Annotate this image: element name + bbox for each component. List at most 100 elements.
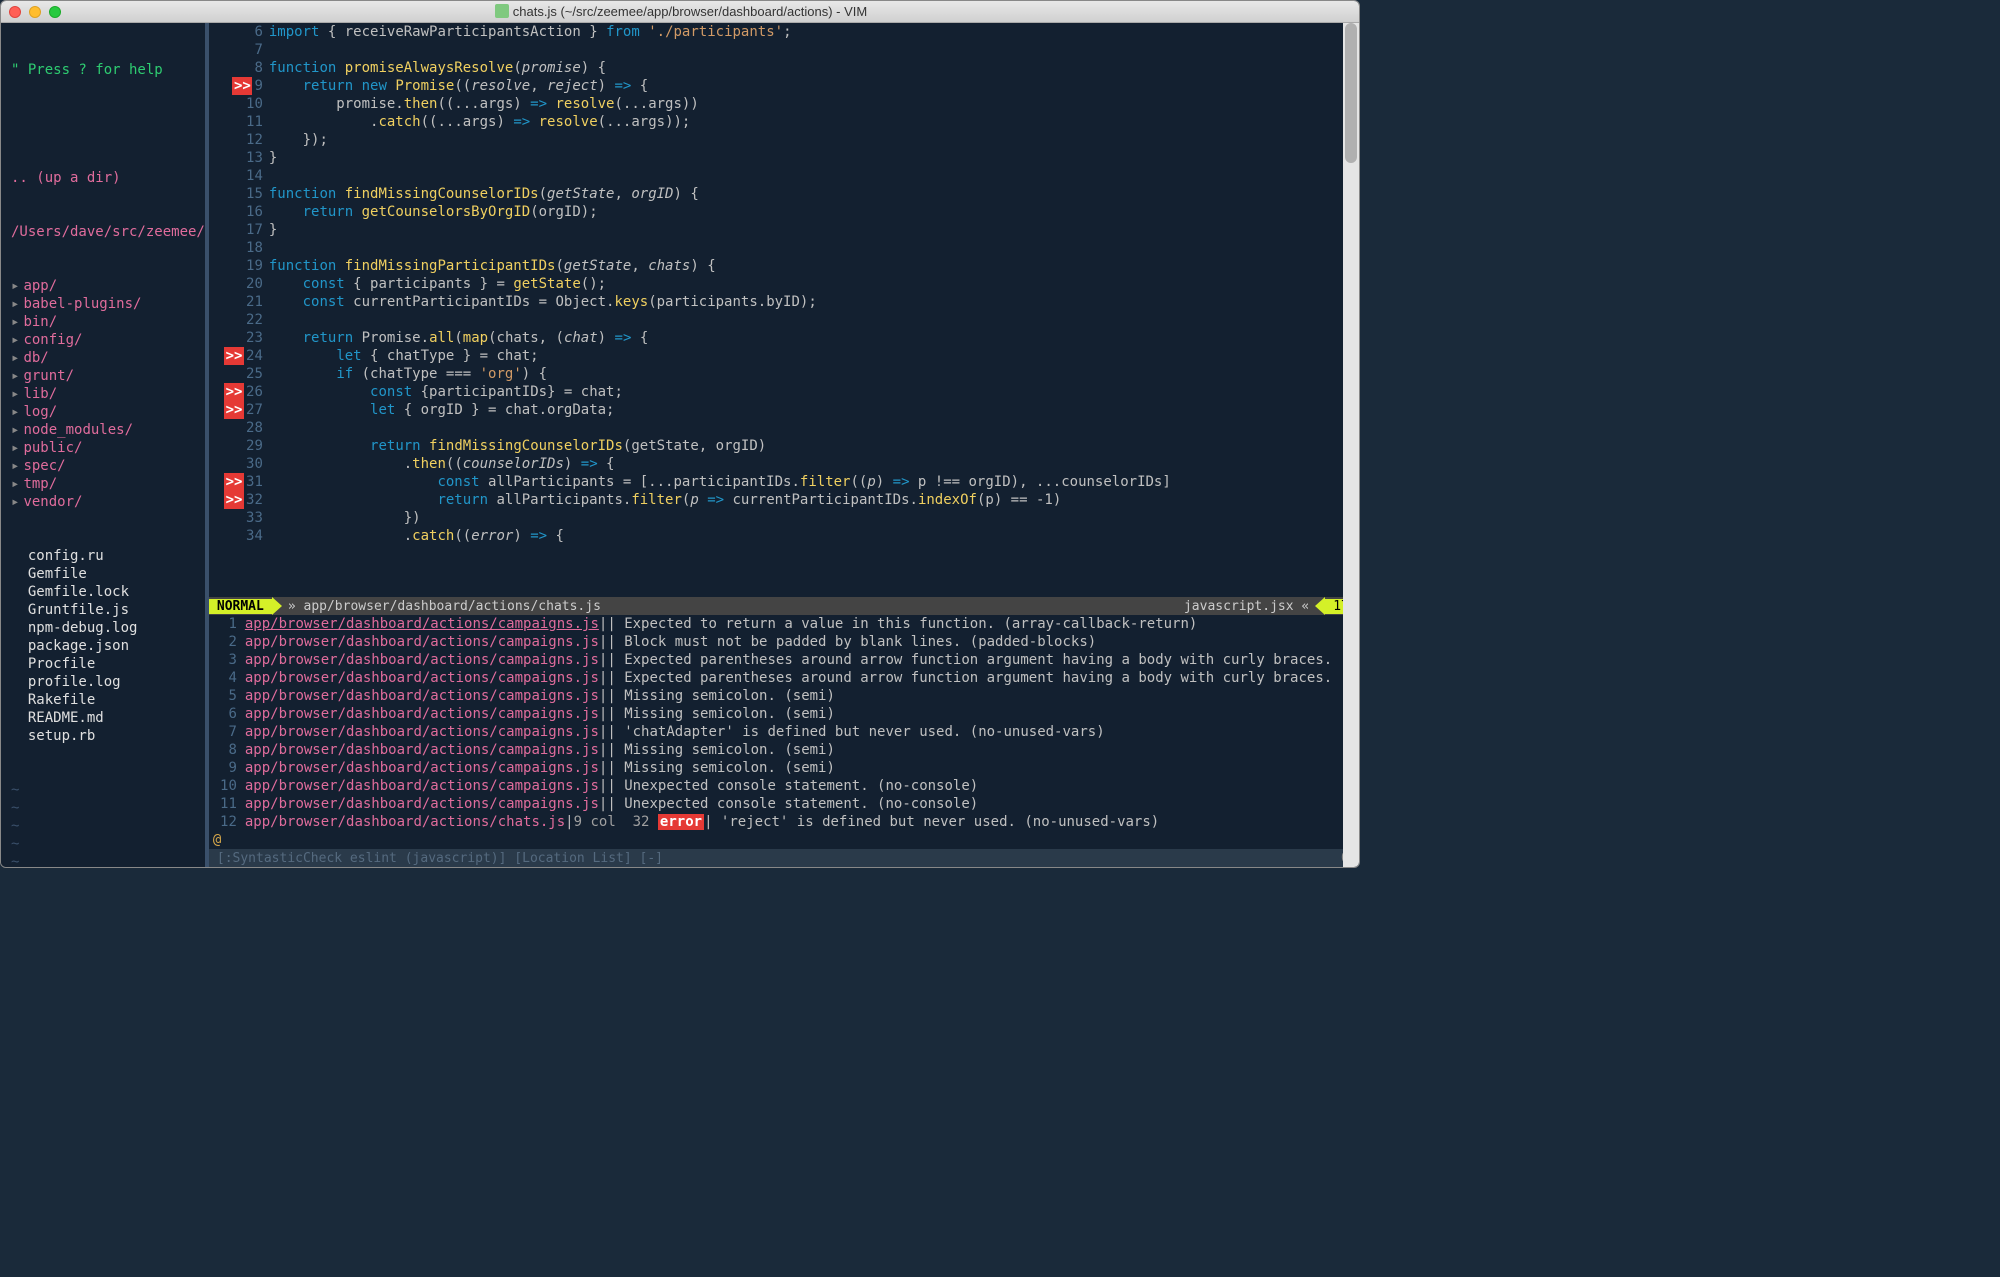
code-line[interactable]: return Promise.all(map(chats, (chat) => … — [269, 329, 1360, 347]
gutter-line: >>27 — [209, 401, 263, 419]
nerdtree-dir[interactable]: ▸config/ — [1, 331, 205, 349]
code-line[interactable]: if (chatType === 'org') { — [269, 365, 1360, 383]
traffic-lights — [9, 6, 61, 18]
nerdtree-file[interactable]: npm-debug.log — [1, 619, 205, 637]
code-line[interactable]: return getCounselorsByOrgID(orgID); — [269, 203, 1360, 221]
nerdtree-dir[interactable]: ▸public/ — [1, 439, 205, 457]
nerdtree-file[interactable]: config.ru — [1, 547, 205, 565]
code-line[interactable]: let { orgID } = chat.orgData; — [269, 401, 1360, 419]
mode-indicator: NORMAL — [209, 599, 272, 614]
minimize-icon[interactable] — [29, 6, 41, 18]
nerdtree-file[interactable]: Gruntfile.js — [1, 601, 205, 619]
gutter-line: 34 — [209, 527, 263, 545]
quickfix-item[interactable]: 1app/browser/dashboard/actions/campaigns… — [209, 615, 1360, 633]
code-line[interactable] — [269, 311, 1360, 329]
quickfix-cmd: [:SyntasticCheck eslint (javascript)] [L… — [209, 851, 1333, 866]
code-line[interactable]: } — [269, 149, 1360, 167]
nerdtree-dir[interactable]: ▸babel-plugins/ — [1, 295, 205, 313]
gutter-line: 12 — [209, 131, 263, 149]
code-line[interactable] — [269, 419, 1360, 437]
code-line[interactable]: function promiseAlwaysResolve(promise) { — [269, 59, 1360, 77]
nerdtree-dir[interactable]: ▸app/ — [1, 277, 205, 295]
nerdtree-file[interactable]: profile.log — [1, 673, 205, 691]
gutter-line: 22 — [209, 311, 263, 329]
quickfix-item[interactable]: 2app/browser/dashboard/actions/campaigns… — [209, 633, 1360, 651]
code-line[interactable]: let { chatType } = chat; — [269, 347, 1360, 365]
code-line[interactable]: } — [269, 221, 1360, 239]
quickfix-item[interactable]: 6app/browser/dashboard/actions/campaigns… — [209, 705, 1360, 723]
nerdtree-dir[interactable]: ▸grunt/ — [1, 367, 205, 385]
code-line[interactable] — [269, 239, 1360, 257]
nerdtree-dir[interactable]: ▸db/ — [1, 349, 205, 367]
gutter-line: 19 — [209, 257, 263, 275]
gutter-line: 17 — [209, 221, 263, 239]
code-line[interactable]: return new Promise((resolve, reject) => … — [269, 77, 1360, 95]
nerdtree-help: " Press ? for help — [1, 61, 205, 79]
gutter-line: >>32 — [209, 491, 263, 509]
code-line[interactable] — [269, 167, 1360, 185]
code-line[interactable]: const {participantIDs} = chat; — [269, 383, 1360, 401]
code-line[interactable]: .then((counselorIDs) => { — [269, 455, 1360, 473]
quickfix-item[interactable]: 7app/browser/dashboard/actions/campaigns… — [209, 723, 1360, 741]
nerdtree-root[interactable]: /Users/dave/src/zeemee/ — [1, 223, 205, 241]
gutter-line: 33 — [209, 509, 263, 527]
statusline: NORMAL » app/browser/dashboard/actions/c… — [209, 597, 1360, 615]
code-line[interactable]: return findMissingCounselorIDs(getState,… — [269, 437, 1360, 455]
nerdtree-dir[interactable]: ▸lib/ — [1, 385, 205, 403]
scrollbar-thumb[interactable] — [1345, 23, 1357, 163]
nerdtree-file[interactable]: README.md — [1, 709, 205, 727]
code-line[interactable]: function findMissingParticipantIDs(getSt… — [269, 257, 1360, 275]
nerdtree-updir[interactable]: .. (up a dir) — [1, 169, 205, 187]
nerdtree-file[interactable]: setup.rb — [1, 727, 205, 745]
nerdtree-file[interactable]: package.json — [1, 637, 205, 655]
code-line[interactable]: .catch((error) => { — [269, 527, 1360, 545]
quickfix-item[interactable]: 10app/browser/dashboard/actions/campaign… — [209, 777, 1360, 795]
code-line[interactable]: promise.then((...args) => resolve(...arg… — [269, 95, 1360, 113]
nerdtree-dir[interactable]: ▸bin/ — [1, 313, 205, 331]
gutter-line: >>24 — [209, 347, 263, 365]
nerdtree-file[interactable]: Rakefile — [1, 691, 205, 709]
gutter-line: 15 — [209, 185, 263, 203]
nerdtree-dir[interactable]: ▸vendor/ — [1, 493, 205, 511]
quickfix-item[interactable]: 12app/browser/dashboard/actions/chats.js… — [209, 813, 1360, 831]
nerdtree-dir[interactable]: ▸tmp/ — [1, 475, 205, 493]
gutter-line: 10 — [209, 95, 263, 113]
gutter-line: 21 — [209, 293, 263, 311]
code-line[interactable]: .catch((...args) => resolve(...args)); — [269, 113, 1360, 131]
tilde-line: ~ — [1, 781, 205, 799]
nerdtree-file[interactable]: Gemfile — [1, 565, 205, 583]
quickfix-list[interactable]: 1app/browser/dashboard/actions/campaigns… — [209, 615, 1360, 849]
zoom-icon[interactable] — [49, 6, 61, 18]
quickfix-item[interactable]: 4app/browser/dashboard/actions/campaigns… — [209, 669, 1360, 687]
code-line[interactable]: const { participants } = getState(); — [269, 275, 1360, 293]
gutter-line: 7 — [209, 41, 263, 59]
code-line[interactable]: }); — [269, 131, 1360, 149]
nerdtree-panel[interactable]: " Press ? for help .. (up a dir) /Users/… — [1, 23, 205, 867]
close-icon[interactable] — [9, 6, 21, 18]
code-line[interactable]: const allParticipants = [...participantI… — [269, 473, 1360, 491]
gutter-line: >>31 — [209, 473, 263, 491]
code-line[interactable]: }) — [269, 509, 1360, 527]
quickfix-item[interactable]: 9app/browser/dashboard/actions/campaigns… — [209, 759, 1360, 777]
quickfix-item[interactable]: 11app/browser/dashboard/actions/campaign… — [209, 795, 1360, 813]
code-buffer[interactable]: 678>>91011121314151617181920212223>>2425… — [209, 23, 1360, 597]
nerdtree-file[interactable]: Procfile — [1, 655, 205, 673]
nerdtree-dir[interactable]: ▸spec/ — [1, 457, 205, 475]
gutter-line: 30 — [209, 455, 263, 473]
nerdtree-dir[interactable]: ▸log/ — [1, 403, 205, 421]
gutter-line: 20 — [209, 275, 263, 293]
nerdtree-file[interactable]: Gemfile.lock — [1, 583, 205, 601]
code-line[interactable]: return allParticipants.filter(p => curre… — [269, 491, 1360, 509]
quickfix-item[interactable]: 8app/browser/dashboard/actions/campaigns… — [209, 741, 1360, 759]
gutter-line: 25 — [209, 365, 263, 383]
tilde-line: ~ — [1, 817, 205, 835]
code-line[interactable] — [269, 41, 1360, 59]
code-line[interactable]: function findMissingCounselorIDs(getStat… — [269, 185, 1360, 203]
nerdtree-dir[interactable]: ▸node_modules/ — [1, 421, 205, 439]
scrollbar[interactable] — [1343, 23, 1359, 867]
code-line[interactable]: const currentParticipantIDs = Object.key… — [269, 293, 1360, 311]
code-line[interactable]: import { receiveRawParticipantsAction } … — [269, 23, 1360, 41]
gutter-line: 16 — [209, 203, 263, 221]
quickfix-item[interactable]: 5app/browser/dashboard/actions/campaigns… — [209, 687, 1360, 705]
quickfix-item[interactable]: 3app/browser/dashboard/actions/campaigns… — [209, 651, 1360, 669]
